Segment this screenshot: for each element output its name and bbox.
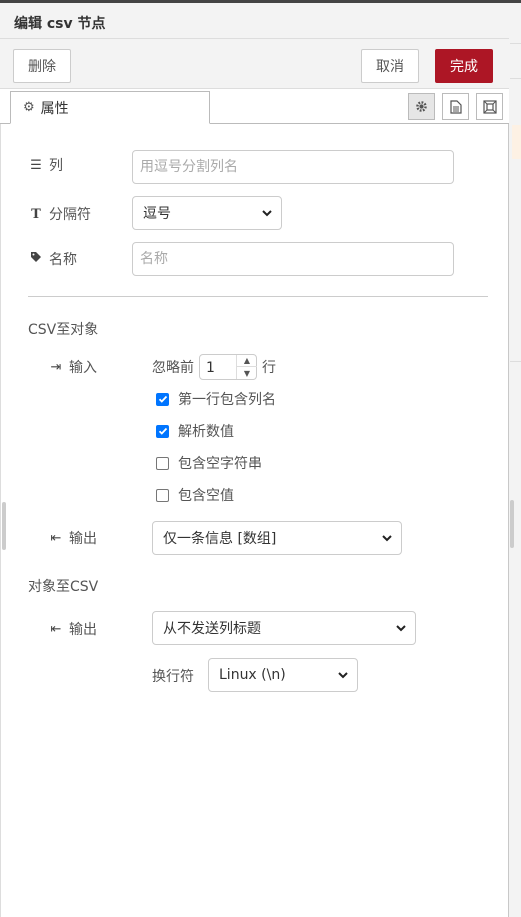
description-icon xyxy=(449,99,462,114)
newline-select[interactable]: Linux (\n) xyxy=(208,658,358,692)
properties-form: ☰ 列 T 分隔符 逗号 名称 CSV至对象 ⇥ 输入 忽略前 xyxy=(0,124,509,917)
delete-button[interactable]: 删除 xyxy=(13,49,71,83)
csv-output-select[interactable]: 仅一条信息 [数组] xyxy=(152,521,402,555)
chevron-down-icon xyxy=(382,535,392,542)
gear-icon: ⚙ xyxy=(23,100,35,115)
parse-numbers-checkbox[interactable] xyxy=(156,424,169,438)
header-row-checkbox[interactable] xyxy=(156,392,169,406)
header-row-option[interactable]: 第一行包含列名 xyxy=(156,389,276,409)
left-resize-handle[interactable] xyxy=(2,502,6,550)
skip-prefix: 忽略前 xyxy=(152,360,194,376)
separator-label: T 分隔符 xyxy=(28,204,91,224)
stepper-up-icon[interactable]: ▲ xyxy=(237,355,257,367)
header-output-select[interactable]: 从不发送列标题 xyxy=(152,611,416,645)
tag-icon xyxy=(28,251,44,267)
skip-lines-stepper[interactable]: 1 ▲ ▼ xyxy=(199,354,257,380)
chevron-down-icon xyxy=(396,625,406,632)
separator-select[interactable]: 逗号 xyxy=(132,196,282,230)
columns-input[interactable] xyxy=(132,150,454,184)
tab-properties[interactable]: ⚙ 属性 xyxy=(10,91,210,124)
output-label: ⇤ 输出 xyxy=(48,528,97,548)
tab-properties-label: 属性 xyxy=(40,100,69,117)
dialog-toolbar: 删除 取消 完成 xyxy=(0,39,509,89)
appearance-button[interactable] xyxy=(476,93,503,120)
include-empty-strings-option[interactable]: 包含空字符串 xyxy=(156,453,262,473)
newline-label: 换行符 xyxy=(152,669,194,685)
parse-numbers-option[interactable]: 解析数值 xyxy=(156,421,234,441)
selected-node-indicator xyxy=(512,125,521,159)
object-output-label: ⇤ 输出 xyxy=(48,619,97,639)
chevron-down-icon xyxy=(338,672,348,679)
include-null-checkbox[interactable] xyxy=(156,488,169,502)
resize-handle[interactable] xyxy=(510,500,514,548)
cancel-button[interactable]: 取消 xyxy=(361,49,419,83)
object-to-csv-title: 对象至CSV xyxy=(28,579,99,595)
tab-bar: ⚙ 属性 xyxy=(0,89,509,124)
text-format-icon: T xyxy=(31,206,41,222)
list-icon: ☰ xyxy=(30,157,42,173)
edit-dialog: 编辑 csv 节点 删除 取消 完成 ⚙ 属性 ☰ 列 用逗号分割列名 T 分隔… xyxy=(0,3,509,917)
skip-lines-value: 1 xyxy=(206,360,215,376)
name-label: 名称 xyxy=(28,249,77,269)
gear-icon xyxy=(416,101,427,112)
section-divider xyxy=(28,296,488,297)
columns-label: ☰ 列 xyxy=(28,155,63,175)
description-button[interactable] xyxy=(442,93,469,120)
appearance-icon xyxy=(482,99,497,114)
sign-out-icon: ⇤ xyxy=(50,530,62,546)
properties-gear-button[interactable] xyxy=(408,93,435,120)
stepper-down-icon[interactable]: ▼ xyxy=(237,367,257,379)
include-empty-strings-checkbox[interactable] xyxy=(156,456,169,470)
csv-to-object-title: CSV至对象 xyxy=(28,322,99,338)
chevron-down-icon xyxy=(262,210,272,217)
input-label: ⇥ 输入 xyxy=(48,357,97,377)
done-button[interactable]: 完成 xyxy=(435,49,493,83)
skip-suffix: 行 xyxy=(262,360,276,376)
name-input[interactable] xyxy=(132,242,454,276)
dialog-title: 编辑 csv 节点 xyxy=(14,16,106,32)
workspace-edge xyxy=(510,3,521,917)
include-null-option[interactable]: 包含空值 xyxy=(156,485,234,505)
dialog-header: 编辑 csv 节点 xyxy=(0,3,509,39)
sign-out-icon: ⇤ xyxy=(50,621,62,637)
sign-in-icon: ⇥ xyxy=(50,359,62,375)
